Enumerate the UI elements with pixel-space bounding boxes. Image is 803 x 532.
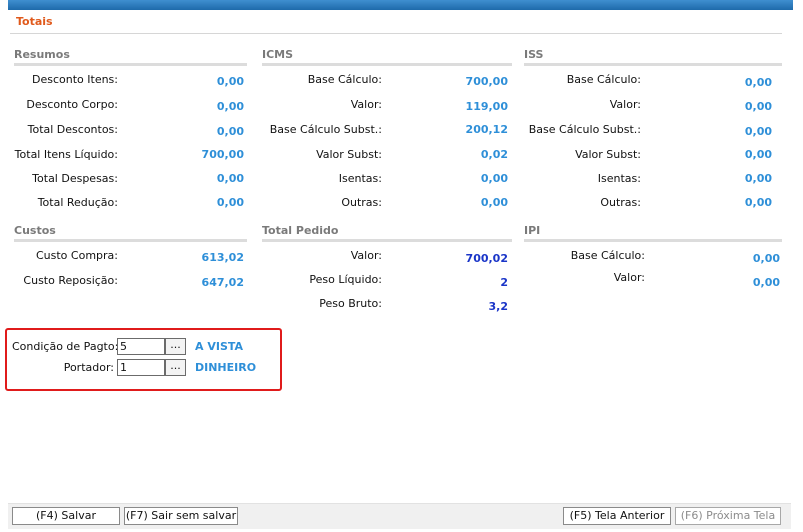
resumos-value: 700,00 [201,148,244,161]
iss-label: Valor Subst: [575,148,641,161]
ipi-value: 0,00 [752,252,780,265]
resumos-value: 0,00 [216,75,244,88]
tela-anterior-button[interactable]: (F5) Tela Anterior [563,507,671,525]
icms-value: 0,00 [480,196,508,209]
total-pedido-label: Valor: [350,249,382,262]
custos-value: 613,02 [201,251,244,264]
resumos-label: Total Itens Líquido: [14,148,118,161]
icms-label: Isentas: [338,172,382,185]
custos-label: Custo Reposição: [23,274,118,287]
portador-label: Portador: [63,361,114,374]
icms-label: Base Cálculo Subst.: [269,123,382,136]
section-header-resumos: Resumos [14,48,247,66]
iss-value: 0,00 [744,100,772,113]
title-divider [10,33,782,34]
sair-sem-salvar-button[interactable]: (F7) Sair sem salvar [124,507,238,525]
icms-label: Valor: [350,98,382,111]
section-header-icms: ICMS [262,48,512,66]
ipi-label: Base Cálculo: [570,249,645,262]
total-pedido-label: Peso Líquido: [309,273,382,286]
section-header-custos: Custos [14,224,247,242]
iss-label: Outras: [600,196,641,209]
iss-value: 0,00 [744,172,772,185]
iss-label: Base Cálculo: [566,73,641,86]
icms-value: 0,00 [480,172,508,185]
iss-value: 0,00 [744,76,772,89]
condicao-pagto-lookup-button[interactable]: ... [165,338,186,355]
iss-label: Base Cálculo Subst.: [528,123,641,136]
iss-label: Isentas: [597,172,641,185]
iss-value: 0,00 [744,125,772,138]
condicao-pagto-description: A VISTA [195,340,244,353]
section-header-ipi: IPI [524,224,782,242]
total-pedido-value: 700,02 [465,252,508,265]
section-header-total-pedido: Total Pedido [262,224,512,242]
total-pedido-value: 2 [500,276,508,289]
condicao-pagto-label: Condição de Pagto: [12,340,119,353]
resumos-value: 0,00 [216,125,244,138]
portador-description: DINHEIRO [195,361,257,374]
resumos-label: Total Redução: [37,196,118,209]
icms-value: 119,00 [465,100,508,113]
resumos-label: Total Descontos: [27,123,118,136]
resumos-value: 0,00 [216,172,244,185]
resumos-label: Desconto Corpo: [26,98,118,111]
icms-label: Base Cálculo: [307,73,382,86]
resumos-label: Total Despesas: [32,172,118,185]
salvar-button[interactable]: (F4) Salvar [12,507,120,525]
icms-value: 700,00 [465,75,508,88]
condicao-pagto-input[interactable]: 5 [117,338,165,355]
ipi-label: Valor: [613,271,645,284]
iss-value: 0,00 [744,148,772,161]
section-header-iss: ISS [524,48,782,66]
icms-label: Valor Subst: [316,148,382,161]
proxima-tela-button[interactable]: (F6) Próxima Tela [675,507,781,525]
iss-label: Valor: [609,98,641,111]
portador-input[interactable]: 1 [117,359,165,376]
window-top-bar [8,0,793,10]
resumos-label: Desconto Itens: [32,73,118,86]
resumos-value: 0,00 [216,196,244,209]
total-pedido-value: 3,2 [488,300,509,313]
icms-label: Outras: [341,196,382,209]
icms-value: 0,02 [480,148,508,161]
portador-lookup-button[interactable]: ... [165,359,186,376]
custos-label: Custo Compra: [35,249,118,262]
total-pedido-label: Peso Bruto: [319,297,382,310]
resumos-value: 0,00 [216,100,244,113]
iss-value: 0,00 [744,196,772,209]
custos-value: 647,02 [201,276,244,289]
page-title: Totais [16,15,53,28]
ipi-value: 0,00 [752,276,780,289]
icms-value: 200,12 [465,123,508,136]
